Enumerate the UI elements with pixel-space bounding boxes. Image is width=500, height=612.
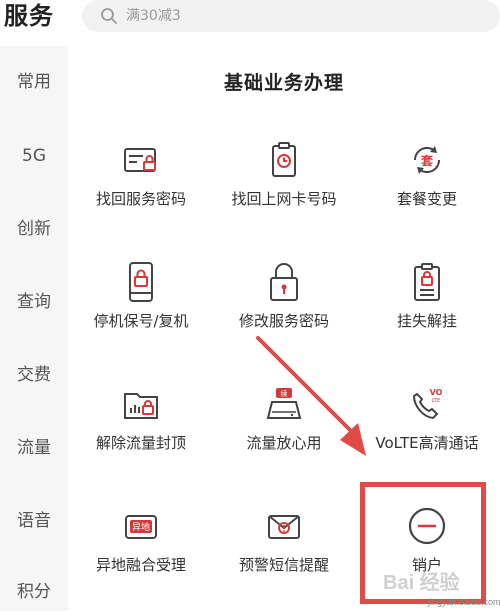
service-label: 套餐变更 [396, 190, 457, 208]
service-label: 修改服务密码 [238, 312, 329, 330]
service-label: 异地融合受理 [95, 556, 186, 574]
service-label: 找回上网卡号码 [231, 190, 337, 208]
remote-merge-icon: 异地 [125, 515, 157, 539]
service-label: 停机保号/复机 [93, 312, 189, 330]
sidebar-item-common[interactable]: 常用 [0, 62, 68, 102]
service-alert-sms[interactable]: 预警短信提醒 [209, 504, 359, 604]
folder-chart-icon [124, 393, 158, 419]
svg-text:LTE: LTE [432, 398, 440, 404]
service-remote-merge[interactable]: 异地 异地融合受理 [66, 504, 216, 604]
alert-envelope-icon [268, 515, 300, 539]
service-label: 挂失解挂 [396, 312, 457, 330]
service-suspend-resume[interactable]: 停机保号/复机 [66, 260, 216, 360]
sidebar-item-payment[interactable]: 交费 [0, 355, 68, 395]
service-volte-hd-call[interactable]: VO LTE VoLTE高清通话 [352, 382, 500, 482]
search-icon [101, 8, 117, 24]
clipboard-lock-icon [414, 263, 440, 301]
service-change-password[interactable]: 修改服务密码 [209, 260, 359, 360]
service-label: VoLTE高清通话 [375, 434, 479, 452]
section-title: 基础业务办理 [223, 72, 344, 94]
padlock-icon [270, 263, 298, 301]
service-data-worry-free[interactable]: 续 流量放心用 [209, 382, 359, 482]
svg-text:套: 套 [420, 153, 434, 168]
service-label: 流量放心用 [246, 434, 322, 452]
page-title: 服务 [4, 2, 54, 30]
sidebar-item-data[interactable]: 流量 [0, 428, 68, 468]
search-bar[interactable]: 满30减3 [82, 0, 500, 32]
sidebar-item-innovation[interactable]: 创新 [0, 209, 68, 249]
sidebar-item-query[interactable]: 查询 [0, 282, 68, 322]
sim-clock-icon [272, 142, 296, 177]
data-secure-icon: 续 [266, 388, 302, 419]
service-label: 找回服务密码 [95, 190, 186, 208]
password-card-icon [124, 148, 156, 172]
category-sidebar: 常用 5G 创新 查询 交费 流量 语音 积分 [0, 46, 68, 611]
search-placeholder: 满30减3 [126, 8, 181, 24]
service-find-sim-number[interactable]: 找回上网卡号码 [209, 138, 359, 238]
watermark-url: jingyan.baidu.com [428, 597, 500, 607]
sidebar-item-points[interactable]: 积分 [0, 572, 68, 612]
svg-text:续: 续 [281, 389, 288, 398]
service-find-password[interactable]: 找回服务密码 [66, 138, 216, 238]
svg-text:异地: 异地 [132, 521, 150, 533]
svg-text:VO: VO [430, 388, 443, 397]
phone-lock-icon [129, 262, 153, 302]
service-remove-data-cap[interactable]: 解除流量封顶 [66, 382, 216, 482]
service-label: 解除流量封顶 [95, 434, 186, 452]
package-change-icon: 套 [413, 146, 441, 174]
service-package-change[interactable]: 套 套餐变更 [352, 138, 500, 238]
volte-phone-icon: VO LTE [412, 388, 443, 420]
sidebar-item-5g[interactable]: 5G [0, 136, 68, 176]
service-report-loss[interactable]: 挂失解挂 [352, 260, 500, 360]
header: 服务 满30减3 [0, 0, 500, 40]
sidebar-item-voice[interactable]: 语音 [0, 501, 68, 541]
service-label: 预警短信提醒 [238, 556, 329, 574]
